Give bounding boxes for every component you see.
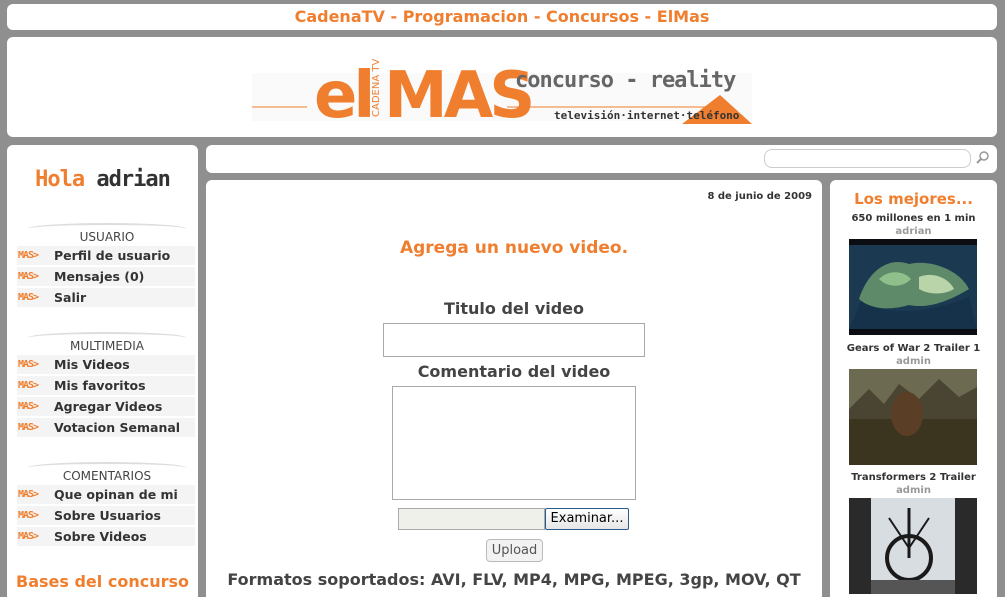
menu-item-label: Mensajes (0) [54, 269, 145, 284]
menu-item-salir[interactable]: MAS> Salir [17, 288, 195, 307]
upload-button[interactable]: Upload [486, 539, 543, 562]
top-nav: CadenaTV - Programacion - Concursos - El… [295, 7, 710, 26]
upload-panel: 8 de junio de 2009 Agrega un nuevo video… [206, 180, 822, 597]
best-videos-title: Los mejores... [854, 190, 973, 208]
bases-concurso-link[interactable]: Bases del concurso [7, 572, 198, 591]
current-date: 8 de junio de 2009 [707, 191, 812, 202]
mas-bullet-icon: MAS> [18, 510, 39, 521]
mas-bullet-icon: MAS> [18, 401, 39, 412]
menu-item-label: Que opinan de mi [54, 487, 178, 502]
mas-bullet-icon: MAS> [18, 531, 39, 542]
menu-item-mensajes[interactable]: MAS> Mensajes (0) [17, 267, 195, 286]
mas-bullet-icon: MAS> [18, 359, 39, 370]
menu-item-votacion-semanal[interactable]: MAS> Votacion Semanal [17, 418, 195, 437]
svg-text:CADENA TV: CADENA TV [371, 59, 382, 117]
video-title[interactable]: Gears of War 2 Trailer 1 [830, 343, 997, 354]
search-icon[interactable] [975, 150, 991, 166]
menu-item-mis-favoritos[interactable]: MAS> Mis favoritos [17, 376, 195, 395]
greeting-word: Hola [35, 167, 85, 192]
section-title-comentarios: COMENTARIOS [27, 462, 187, 483]
user-sidebar: Hola adrian USUARIO MAS> Perfil de usuari… [7, 145, 198, 597]
supported-formats: Formatos soportados: AVI, FLV, MP4, MPG,… [227, 570, 801, 589]
nav-separator: - [384, 7, 403, 26]
nav-link-concursos[interactable]: Concursos [546, 7, 639, 26]
svg-text:el: el [314, 59, 371, 129]
video-thumbnail-gears[interactable] [849, 369, 977, 465]
nav-link-programacion[interactable]: Programacion [403, 7, 529, 26]
comment-label: Comentario del video [417, 362, 611, 381]
video-user[interactable]: adrian [830, 226, 997, 237]
menu-item-label: Sobre Videos [54, 529, 147, 544]
greeting: Hola adrian [7, 167, 198, 192]
nav-separator: - [638, 7, 657, 26]
nav-separator: - [528, 7, 547, 26]
menu-item-label: Mis Videos [54, 357, 130, 372]
search-input[interactable] [764, 149, 971, 168]
menu-item-sobre-videos[interactable]: MAS> Sobre Videos [17, 527, 195, 546]
mas-bullet-icon: MAS> [18, 489, 39, 500]
mas-bullet-icon: MAS> [18, 292, 39, 303]
video-thumbnail-transformers[interactable] [849, 498, 977, 594]
menu-item-label: Sobre Usuarios [54, 508, 161, 523]
greeting-username: adrian [96, 167, 170, 192]
nav-link-cadenatv[interactable]: CadenaTV [295, 7, 385, 26]
search-bar [206, 145, 997, 173]
elmas-logo[interactable]: el CADENA TV MAS concurso - reality tele… [252, 45, 752, 129]
top-nav-bar: CadenaTV - Programacion - Concursos - El… [7, 4, 997, 30]
comment-textarea[interactable] [392, 386, 636, 500]
menu-item-label: Salir [54, 290, 87, 305]
video-title[interactable]: 650 millones en 1 min [830, 213, 997, 224]
section-title-usuario: USUARIO [27, 223, 187, 244]
menu-item-perfil[interactable]: MAS> Perfil de usuario [17, 246, 195, 265]
menu-item-label: Perfil de usuario [54, 248, 171, 263]
menu-item-que-opinan[interactable]: MAS> Que opinan de mi [17, 485, 195, 504]
video-user[interactable]: admin [830, 356, 997, 367]
mas-bullet-icon: MAS> [18, 422, 39, 433]
menu-item-agregar-videos[interactable]: MAS> Agregar Videos [17, 397, 195, 416]
menu-item-label: Mis favoritos [54, 378, 146, 393]
menu-item-sobre-usuarios[interactable]: MAS> Sobre Usuarios [17, 506, 195, 525]
browse-button[interactable]: Examinar... [545, 508, 629, 530]
mas-bullet-icon: MAS> [18, 380, 39, 391]
svg-text:MAS: MAS [384, 59, 531, 129]
file-path-field[interactable] [398, 508, 545, 530]
video-title[interactable]: Transformers 2 Trailer [830, 472, 997, 483]
header-banner: el CADENA TV MAS concurso - reality tele… [7, 37, 997, 137]
svg-text:televisión·internet·teléfono: televisión·internet·teléfono [554, 109, 740, 122]
mas-bullet-icon: MAS> [18, 250, 39, 261]
video-title-label: Titulo del video [443, 299, 585, 318]
menu-item-label: Agregar Videos [54, 399, 163, 414]
menu-comentarios: MAS> Que opinan de mi MAS> Sobre Usuarios … [17, 485, 195, 548]
video-title-input[interactable] [383, 323, 645, 357]
best-videos-panel: Los mejores... 650 millones en 1 min adr… [830, 180, 997, 597]
menu-multimedia: MAS> Mis Videos MAS> Mis favoritos MAS> Agr… [17, 355, 195, 439]
video-thumbnail-map[interactable] [849, 239, 977, 335]
menu-item-mis-videos[interactable]: MAS> Mis Videos [17, 355, 195, 374]
video-user[interactable]: admin [830, 485, 997, 496]
svg-text:concurso - reality: concurso - reality [515, 68, 736, 93]
section-title-multimedia: MULTIMEDIA [27, 332, 187, 353]
menu-item-label: Votacion Semanal [54, 420, 181, 435]
mas-bullet-icon: MAS> [18, 271, 39, 282]
nav-link-elmas[interactable]: ElMas [657, 7, 710, 26]
page-title: Agrega un nuevo video. [399, 238, 629, 258]
menu-usuario: MAS> Perfil de usuario MAS> Mensajes (0) M… [17, 246, 195, 309]
